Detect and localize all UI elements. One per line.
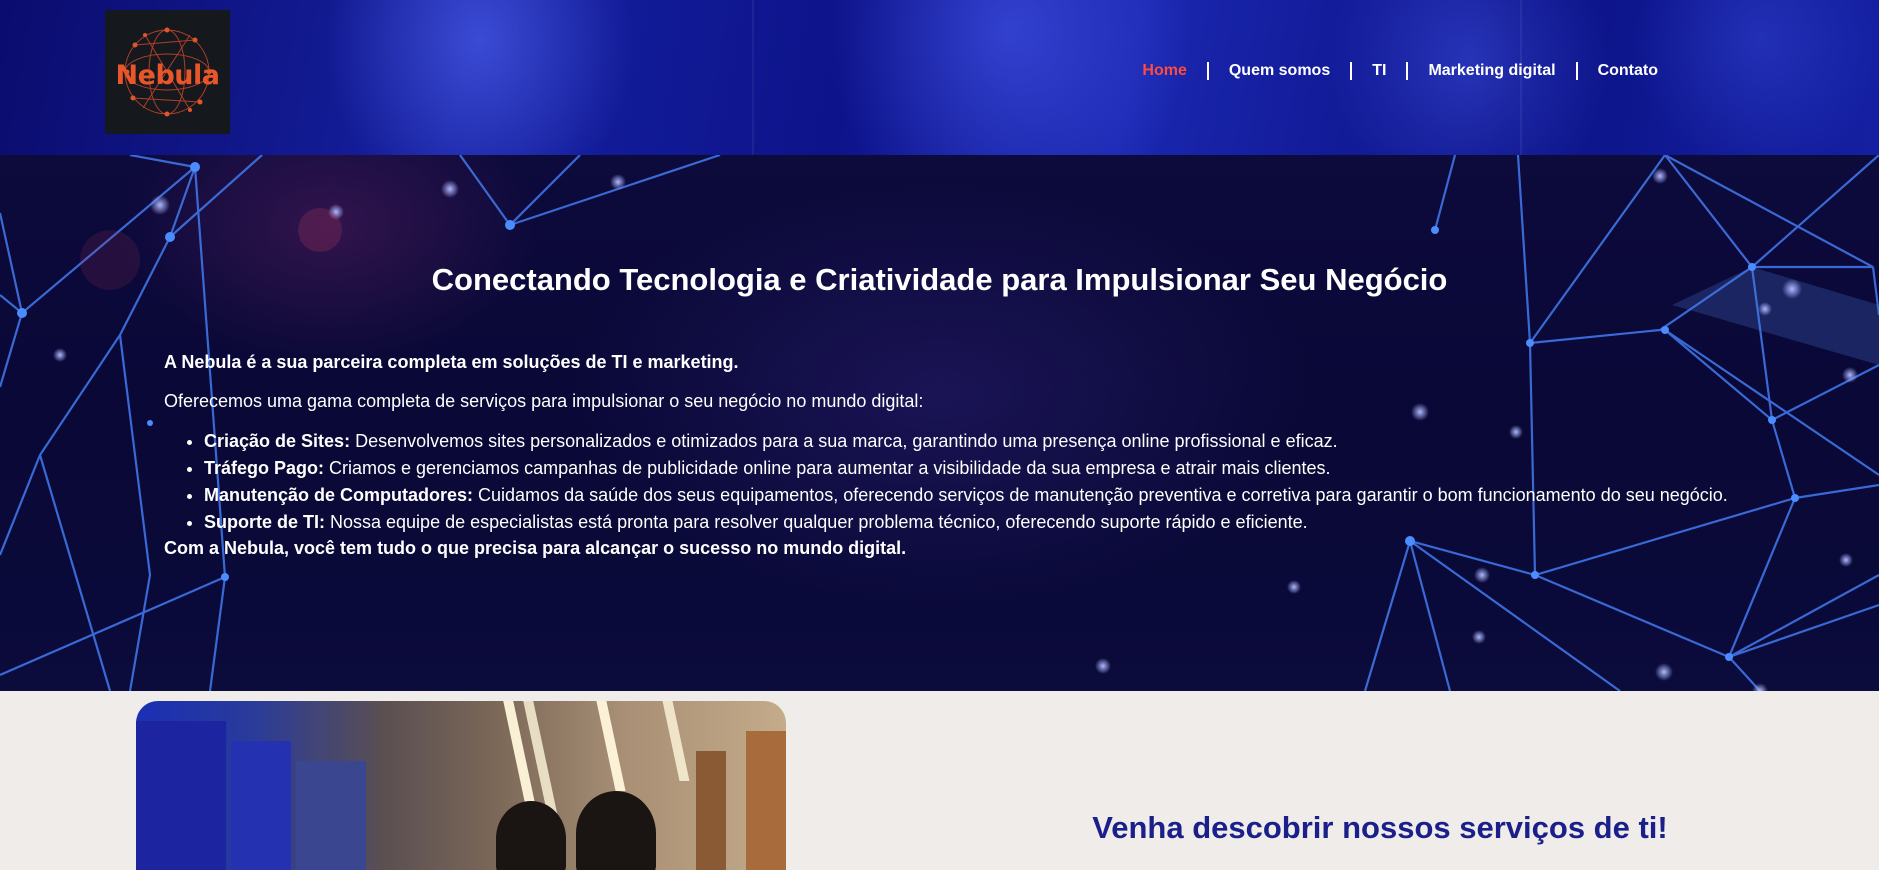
nav-contato[interactable]: Contato <box>1598 62 1658 80</box>
datacenter-photo <box>136 701 786 870</box>
service-desc: Criamos e gerenciamos campanhas de publi… <box>324 458 1331 478</box>
logo-text: Nebula <box>115 59 220 91</box>
site-logo[interactable]: Nebula <box>105 10 230 134</box>
server-rack <box>231 741 291 870</box>
service-name: Suporte de TI: <box>204 512 325 532</box>
list-item: Manutenção de Computadores: Cuidamos da … <box>204 484 1764 507</box>
hero-intro-strong: A Nebula é a sua parceira completa em so… <box>164 352 739 372</box>
person <box>576 791 656 870</box>
main-nav: Home Quem somos TI Marketing digital Con… <box>1142 62 1658 80</box>
hero-section: Conectando Tecnologia e Criatividade par… <box>0 155 1879 691</box>
service-name: Manutenção de Computadores: <box>204 485 474 505</box>
nav-home[interactable]: Home <box>1142 62 1186 80</box>
hero-closing: Com a Nebula, você tem tudo o que precis… <box>164 538 907 558</box>
list-item: Tráfego Pago: Criamos e gerenciamos camp… <box>204 457 1764 480</box>
list-item: Suporte de TI: Nossa equipe de especiali… <box>204 511 1764 534</box>
list-item: Criação de Sites: Desenvolvemos sites pe… <box>204 430 1764 453</box>
nav-separator <box>1406 62 1409 80</box>
nav-separator <box>1575 62 1578 80</box>
services-section-title: Venha descobrir nossos serviços de ti! <box>1092 810 1668 845</box>
hero-intro: Oferecemos uma gama completa de serviços… <box>164 391 924 411</box>
header-divider <box>752 0 754 155</box>
site-header: Nebula Home Quem somos TI Marketing digi… <box>0 0 1879 155</box>
hero-body: A Nebula é a sua parceira completa em so… <box>164 352 1764 559</box>
server-rack <box>136 721 226 870</box>
server-rack <box>296 761 366 870</box>
services-list: Criação de Sites: Desenvolvemos sites pe… <box>204 430 1764 534</box>
hero-title: Conectando Tecnologia e Criatividade par… <box>431 262 1448 297</box>
service-name: Tráfego Pago: <box>204 458 325 478</box>
nav-separator <box>1350 62 1353 80</box>
nav-separator <box>1206 62 1209 80</box>
ceiling-light <box>662 701 690 781</box>
person <box>496 801 566 870</box>
nav-quem-somos[interactable]: Quem somos <box>1229 62 1330 80</box>
service-name: Criação de Sites: <box>204 431 351 451</box>
service-desc: Cuidamos da saúde dos seus equipamentos,… <box>473 485 1728 505</box>
service-desc: Desenvolvemos sites personalizados e oti… <box>350 431 1338 451</box>
nav-marketing-digital[interactable]: Marketing digital <box>1428 62 1555 80</box>
ceiling-light <box>596 701 626 791</box>
door <box>696 751 726 870</box>
door <box>746 731 786 870</box>
nav-ti[interactable]: TI <box>1372 62 1386 80</box>
service-desc: Nossa equipe de especialistas está pront… <box>325 512 1308 532</box>
